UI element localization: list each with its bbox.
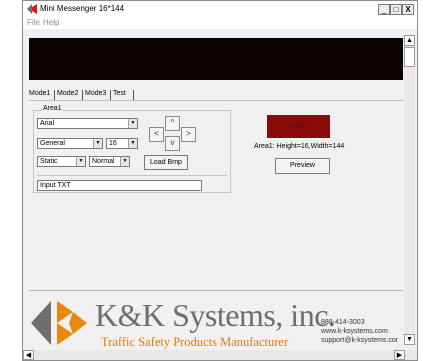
groupbox-divider <box>37 175 227 176</box>
move-right-button[interactable]: > <box>181 127 196 142</box>
title-bar: Mini Messenger 16*144 _ □ X <box>23 1 417 18</box>
tab-separator <box>82 90 83 100</box>
chevron-down-icon: ▼ <box>93 139 102 148</box>
tab-separator <box>54 90 55 100</box>
chevron-down-icon: ▼ <box>128 139 137 148</box>
area1-preview-box: Area1 <box>267 115 330 138</box>
area1-group-label: Area1 <box>42 105 63 112</box>
brand-tagline: Traffic Safety Products Manufacturer <box>101 335 289 349</box>
style-select[interactable]: General ▼ <box>37 138 103 149</box>
scroll-left-arrow-icon[interactable]: ◀ <box>23 350 34 360</box>
style-select-value: General <box>40 140 65 147</box>
effect-select[interactable]: Static ▼ <box>37 156 86 167</box>
chevron-down-icon: ▼ <box>76 157 85 166</box>
size-select[interactable]: 16 ▼ <box>106 138 138 149</box>
area1-groupbox: Area1 Arial ▼ General ▼ 16 ▼ Static ▼ No… <box>33 105 231 193</box>
move-up-button[interactable]: ^ <box>165 116 180 131</box>
horizontal-scrollbar[interactable]: ◀ ▶ <box>23 350 417 360</box>
font-select-value: Arial <box>40 120 55 127</box>
load-bmp-button[interactable]: Load Bmp <box>144 155 188 170</box>
scroll-down-arrow-icon[interactable]: ▼ <box>404 334 415 345</box>
led-display <box>29 38 403 80</box>
maximize-button[interactable]: □ <box>390 4 402 15</box>
area-dimensions-label: Area1: Height=16,Width=144 <box>254 143 345 150</box>
tab-mode1[interactable]: Mode1 <box>29 90 50 97</box>
tab-mode3[interactable]: Mode3 <box>85 90 106 97</box>
contact-website[interactable]: www.k-ksystems.com <box>321 328 388 335</box>
tab-separator <box>110 90 111 100</box>
vertical-scrollbar[interactable]: ▲ ▼ <box>404 35 415 345</box>
minimize-button[interactable]: _ <box>378 4 390 15</box>
font-select[interactable]: Arial ▼ <box>37 118 138 129</box>
preview-button[interactable]: Preview <box>275 158 330 174</box>
move-down-button[interactable]: v <box>165 136 180 151</box>
vertical-scroll-thumb[interactable] <box>404 47 415 67</box>
effect-select-value: Static <box>40 158 58 165</box>
move-left-button[interactable]: < <box>149 127 164 142</box>
brand-name: K&K Systems, inc. <box>95 297 336 333</box>
tab-panel-mode1: Area1 Arial ▼ General ▼ 16 ▼ Static ▼ No… <box>29 100 403 290</box>
scroll-right-arrow-icon[interactable]: ▶ <box>394 350 405 360</box>
menu-file[interactable]: File <box>27 18 40 27</box>
speed-select[interactable]: Normal ▼ <box>89 156 130 167</box>
chevron-down-icon: ▼ <box>120 157 129 166</box>
message-text-input[interactable]: Input TXT <box>37 180 202 191</box>
menu-bar: File Help <box>23 18 417 29</box>
contact-phone: 888-414-3003 <box>321 319 365 326</box>
close-button[interactable]: X <box>402 4 414 15</box>
size-select-value: 16 <box>109 140 117 147</box>
contact-email[interactable]: support@k-ksystems.cor <box>321 337 398 344</box>
tab-separator <box>133 90 134 100</box>
tab-mode2[interactable]: Mode2 <box>57 90 78 97</box>
footer-separator <box>29 290 403 291</box>
window-title: Mini Messenger 16*144 <box>40 4 125 13</box>
chevron-down-icon: ▼ <box>128 119 137 128</box>
menu-help[interactable]: Help <box>43 18 59 27</box>
tab-test[interactable]: Test <box>113 90 126 97</box>
scroll-up-arrow-icon[interactable]: ▲ <box>404 35 415 46</box>
speed-select-value: Normal <box>92 158 115 165</box>
app-window: Mini Messenger 16*144 _ □ X File Help ▲ … <box>22 0 418 361</box>
kk-logo-icon <box>27 4 37 14</box>
